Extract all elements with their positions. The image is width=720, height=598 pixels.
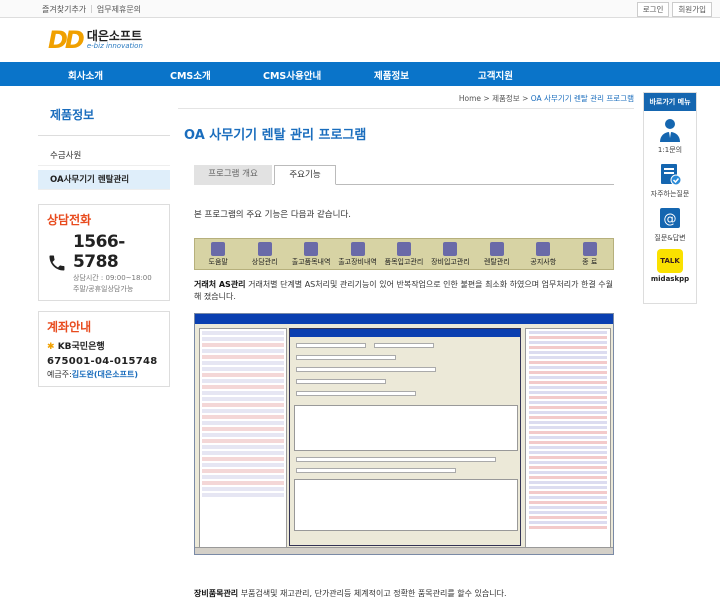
tab-bar: 프로그램 개요 주요기능: [194, 165, 614, 185]
person-icon: [656, 117, 684, 143]
logo-tagline: e-biz innovation: [86, 42, 143, 50]
sidebar-title: 제품정보: [50, 108, 95, 122]
screenshot-list-panel: [199, 328, 287, 548]
nav-item-cms-guide[interactable]: CMS사용안내: [263, 68, 321, 82]
equip-out-icon: [350, 242, 365, 256]
toolbar-equip-in: 장비입고관리: [427, 239, 473, 269]
feature-item-desc: 장비품목관리 부품검색및 재고관리, 단가관리등 체계적이고 정확한 품목관리를…: [194, 589, 507, 598]
consult-box: 상담전화 1566-5788 상담시간 : 09:00~18:00 주말/공휴일…: [38, 204, 170, 301]
quick-menu-title: 바로가기 메뉴: [644, 93, 696, 111]
at-sign-icon: @: [656, 205, 684, 231]
breadcrumb-current: OA 사무기기 렌탈 관리 프로그램: [530, 94, 634, 103]
toolbar-item-in: 품목입고관리: [381, 239, 427, 269]
feature-as-desc: 거래처 AS관리 거래처별 단계별 AS처리및 관리기능이 있어 반복작업으로 …: [194, 280, 613, 301]
screenshot-log-panel: [525, 328, 611, 548]
quick-item-faq[interactable]: 자주하는질문: [644, 161, 696, 199]
consult-title: 상담전화: [47, 213, 92, 227]
program-toolbar-image: 도움말 상담관리 출고품목내역 출고장비내역 품목입고관리 장비입고관리 렌탈관…: [194, 238, 614, 270]
consult-note: 주말/공휴일상담가능: [72, 285, 134, 293]
top-utility-bar: 즐겨찾기추가 | 업무제휴문의 로그인 회원가입: [0, 0, 720, 18]
divider: [178, 108, 634, 109]
kakaotalk-icon: TALK: [657, 249, 683, 273]
consult-number: 1566-5788: [72, 232, 125, 272]
equip-in-icon: [443, 242, 458, 256]
account-holder: 예금주:김도완(대은소프트): [47, 370, 138, 379]
toolbar-rental: 렌탈관리: [474, 239, 520, 269]
screenshot-dialog: [289, 328, 521, 546]
logo-name: 대은소프트: [86, 29, 143, 43]
main-nav: 회사소개 CMS소개 CMS사용안내 제품정보 고객지원: [0, 62, 720, 86]
quick-item-inquiry[interactable]: 1:1문의: [644, 117, 696, 155]
toolbar-equip-out: 출고장비내역: [334, 239, 380, 269]
rental-icon: [489, 242, 504, 256]
left-sidebar: 제품정보 수금사원 OA사무기기 렌탈관리 상담전화 1566-5788 상담시…: [38, 92, 170, 387]
svg-text:@: @: [664, 212, 677, 227]
tab-overview[interactable]: 프로그램 개요: [194, 165, 272, 185]
document-check-icon: [656, 161, 684, 187]
account-number: 675001-04-015748: [47, 356, 158, 367]
account-title: 계좌안내: [47, 320, 92, 334]
item-in-icon: [396, 242, 411, 256]
toolbar-help: 도움말: [195, 239, 241, 269]
kb-star-icon: ✱: [47, 342, 55, 352]
toolbar-item-out: 출고품목내역: [288, 239, 334, 269]
notice-icon: [536, 242, 551, 256]
breadcrumb-products[interactable]: 제품정보: [492, 94, 520, 103]
toolbar-consult: 상담관리: [241, 239, 287, 269]
phone-icon: [49, 255, 65, 271]
screenshot-titlebar: [195, 314, 613, 324]
quick-item-kakaotalk[interactable]: TALK midaskpp: [644, 249, 696, 283]
page-title: OA 사무기기 렌탈 관리 프로그램: [184, 128, 367, 143]
nav-item-cms-intro[interactable]: CMS소개: [170, 68, 211, 82]
separator: |: [90, 4, 93, 13]
login-button[interactable]: 로그인: [636, 2, 670, 17]
sidebar-item-collector[interactable]: 수금사원: [38, 146, 170, 166]
account-box: 계좌안내 ✱ KB국민은행 675001-04-015748 예금주:김도완(대…: [38, 311, 170, 387]
quick-item-qna[interactable]: @ 질문&답변: [644, 205, 696, 243]
item-out-icon: [304, 242, 319, 256]
divider: [38, 135, 170, 136]
tab-features[interactable]: 주요기능: [274, 165, 336, 185]
partnership-link[interactable]: 업무제휴문의: [97, 4, 141, 15]
nav-item-products[interactable]: 제품정보: [374, 68, 409, 82]
breadcrumb-home[interactable]: Home: [459, 94, 481, 103]
quick-menu: 바로가기 메뉴 1:1문의 자주하는질문 @ 질문&답변 TALK midask…: [643, 92, 697, 304]
screenshot-statusbar: [195, 547, 613, 554]
breadcrumb: Home > 제품정보 > OA 사무기기 렌탈 관리 프로그램: [458, 94, 634, 103]
help-icon: [211, 242, 226, 256]
intro-text: 본 프로그램의 주요 기능은 다음과 같습니다.: [194, 210, 351, 220]
nav-item-support[interactable]: 고객지원: [478, 68, 513, 82]
bank-name: ✱ KB국민은행: [47, 342, 105, 352]
program-screenshot: [194, 313, 614, 555]
bookmark-link[interactable]: 즐겨찾기추가: [42, 4, 86, 15]
signup-button[interactable]: 회원가입: [672, 2, 712, 17]
exit-icon: [582, 242, 597, 256]
toolbar-notice: 공지사항: [520, 239, 566, 269]
consult-hours: 상담시간 : 09:00~18:00: [72, 274, 152, 282]
logo-mark: DD: [48, 26, 85, 54]
site-logo[interactable]: DD 대은소프트 e-biz innovation: [48, 26, 143, 54]
consult-icon: [257, 242, 272, 256]
toolbar-exit: 종 료: [567, 239, 613, 269]
nav-item-company[interactable]: 회사소개: [68, 68, 103, 82]
sidebar-item-oa-rental[interactable]: OA사무기기 렌탈관리: [38, 170, 170, 190]
